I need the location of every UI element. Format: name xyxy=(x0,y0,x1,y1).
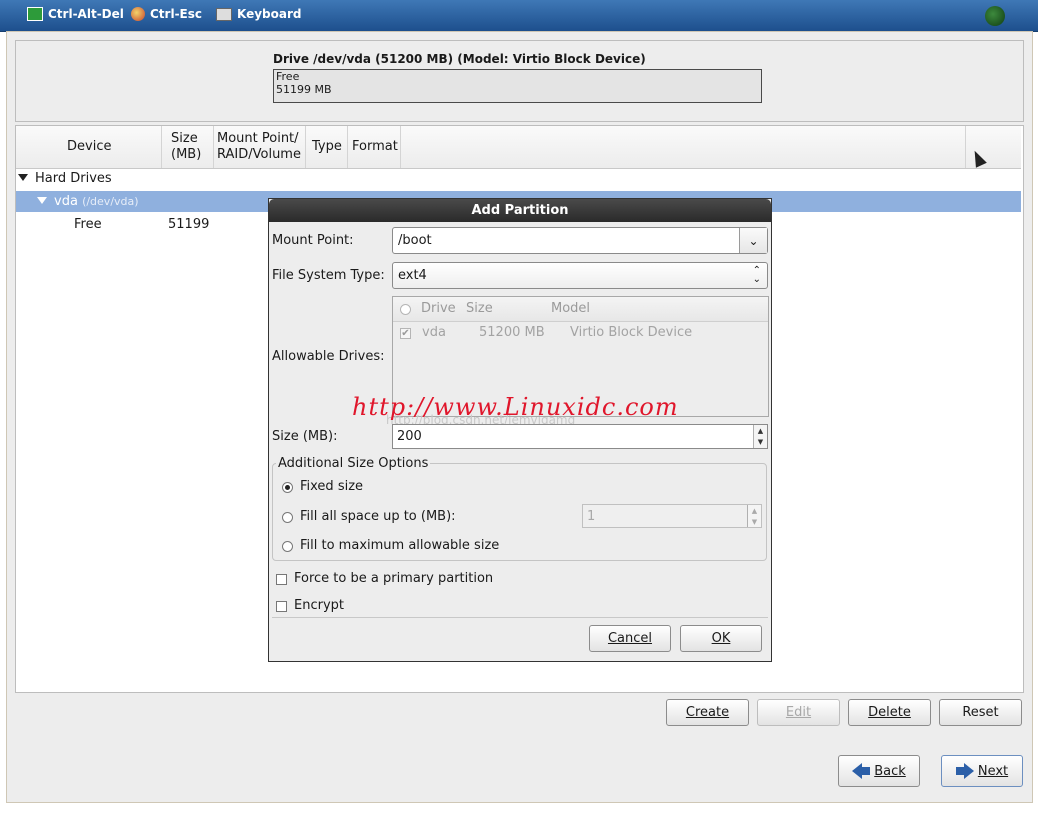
fixed-size-label[interactable]: Fixed size xyxy=(300,479,363,494)
column-spacer xyxy=(401,126,966,168)
drives-col-size[interactable]: Size xyxy=(466,301,493,316)
mount-point-label: Mount Point: xyxy=(272,233,354,248)
fill-max-label[interactable]: Fill to maximum allowable size xyxy=(300,538,499,553)
column-device[interactable]: Device xyxy=(16,126,162,168)
dialog-divider xyxy=(272,617,768,618)
table-header: Device Size (MB) Mount Point/ RAID/Volum… xyxy=(16,126,1021,169)
drive-usage-bar[interactable]: Free 51199 MB xyxy=(273,69,762,103)
next-button[interactable]: Next xyxy=(941,755,1023,787)
drives-list-header: Drive Size Model xyxy=(393,297,768,322)
keyboard-icon xyxy=(216,7,232,21)
tree-row-hard-drives[interactable]: Hard Drives xyxy=(18,171,112,186)
dialog-title: Add Partition xyxy=(269,199,771,222)
drive-bar-label: Free xyxy=(276,70,300,83)
column-mount-point[interactable]: Mount Point/ RAID/Volume xyxy=(214,126,306,168)
select-all-radio[interactable] xyxy=(400,304,411,315)
next-arrow-icon xyxy=(955,763,974,779)
mount-point-combo[interactable]: /boot ⌄ xyxy=(392,227,768,254)
drives-col-drive[interactable]: Drive xyxy=(421,301,456,316)
encrypt-checkbox[interactable] xyxy=(276,601,287,612)
updown-chevron-icon: ⌃ ⌄ xyxy=(752,265,761,285)
fill-upto-spinner[interactable]: ▲ ▼ xyxy=(747,505,761,527)
fill-upto-label[interactable]: Fill all space up to (MB): xyxy=(300,509,456,524)
primary-partition-checkbox[interactable] xyxy=(276,574,287,585)
drive-vda-name: vda xyxy=(422,325,446,340)
chevron-down-icon[interactable]: ⌄ xyxy=(739,228,767,253)
cancel-button[interactable]: Cancel xyxy=(589,625,671,652)
size-label: Size (MB): xyxy=(272,429,338,444)
drive-bar-size: 51199 MB xyxy=(276,83,332,96)
size-spinner[interactable]: ▲ ▼ xyxy=(753,425,767,448)
size-input[interactable]: 200 ▲ ▼ xyxy=(392,424,768,449)
keyboard-button[interactable]: Keyboard xyxy=(216,7,302,21)
drive-vda-checkbox[interactable]: ✔ xyxy=(400,328,411,339)
monitor-icon xyxy=(27,7,43,21)
ctrl-esc-button[interactable]: Ctrl-Esc xyxy=(131,7,202,21)
expander-down-icon xyxy=(37,197,47,204)
drive-vda-model: Virtio Block Device xyxy=(570,325,693,340)
watermark: http://www.Linuxidc.com xyxy=(352,393,679,421)
windows-flag-icon xyxy=(131,7,145,21)
drives-col-model[interactable]: Model xyxy=(551,301,590,316)
fill-upto-input[interactable]: 1 ▲ ▼ xyxy=(582,504,762,528)
ctrl-alt-del-button[interactable]: Ctrl-Alt-Del xyxy=(27,7,124,21)
column-type[interactable]: Type xyxy=(306,126,348,168)
tree-row-free-device[interactable]: Free xyxy=(74,217,102,232)
back-button[interactable]: Back xyxy=(838,755,920,787)
delete-button[interactable]: Delete xyxy=(848,699,931,726)
tree-row-free-size: 51199 xyxy=(168,217,210,232)
reset-button[interactable]: Reset xyxy=(939,699,1022,726)
primary-partition-label[interactable]: Force to be a primary partition xyxy=(294,571,493,586)
column-format[interactable]: Format xyxy=(348,126,401,168)
create-button[interactable]: Create xyxy=(666,699,749,726)
expander-down-icon xyxy=(18,174,28,181)
drive-vda-size: 51200 MB xyxy=(479,325,545,340)
edit-button[interactable]: Edit xyxy=(757,699,840,726)
allowable-drives-label: Allowable Drives: xyxy=(272,349,385,364)
drive-title: Drive /dev/vda (51200 MB) (Model: Virtio… xyxy=(273,52,646,66)
encrypt-label[interactable]: Encrypt xyxy=(294,598,344,613)
fill-upto-radio[interactable] xyxy=(282,512,293,523)
column-size[interactable]: Size (MB) xyxy=(162,126,214,168)
connection-status-icon xyxy=(985,6,1005,26)
size-options-label: Additional Size Options xyxy=(276,456,431,471)
fs-type-label: File System Type: xyxy=(272,268,385,283)
fill-max-radio[interactable] xyxy=(282,541,293,552)
viewer-toolbar: Ctrl-Alt-Del Ctrl-Esc Keyboard xyxy=(0,0,1038,32)
tree-row-vda-label: vda (/dev/vda) xyxy=(37,194,139,209)
fixed-size-radio[interactable] xyxy=(282,482,293,493)
fs-type-select[interactable]: ext4 ⌃ ⌄ xyxy=(392,262,768,289)
ok-button[interactable]: OK xyxy=(680,625,762,652)
back-arrow-icon xyxy=(852,763,871,779)
